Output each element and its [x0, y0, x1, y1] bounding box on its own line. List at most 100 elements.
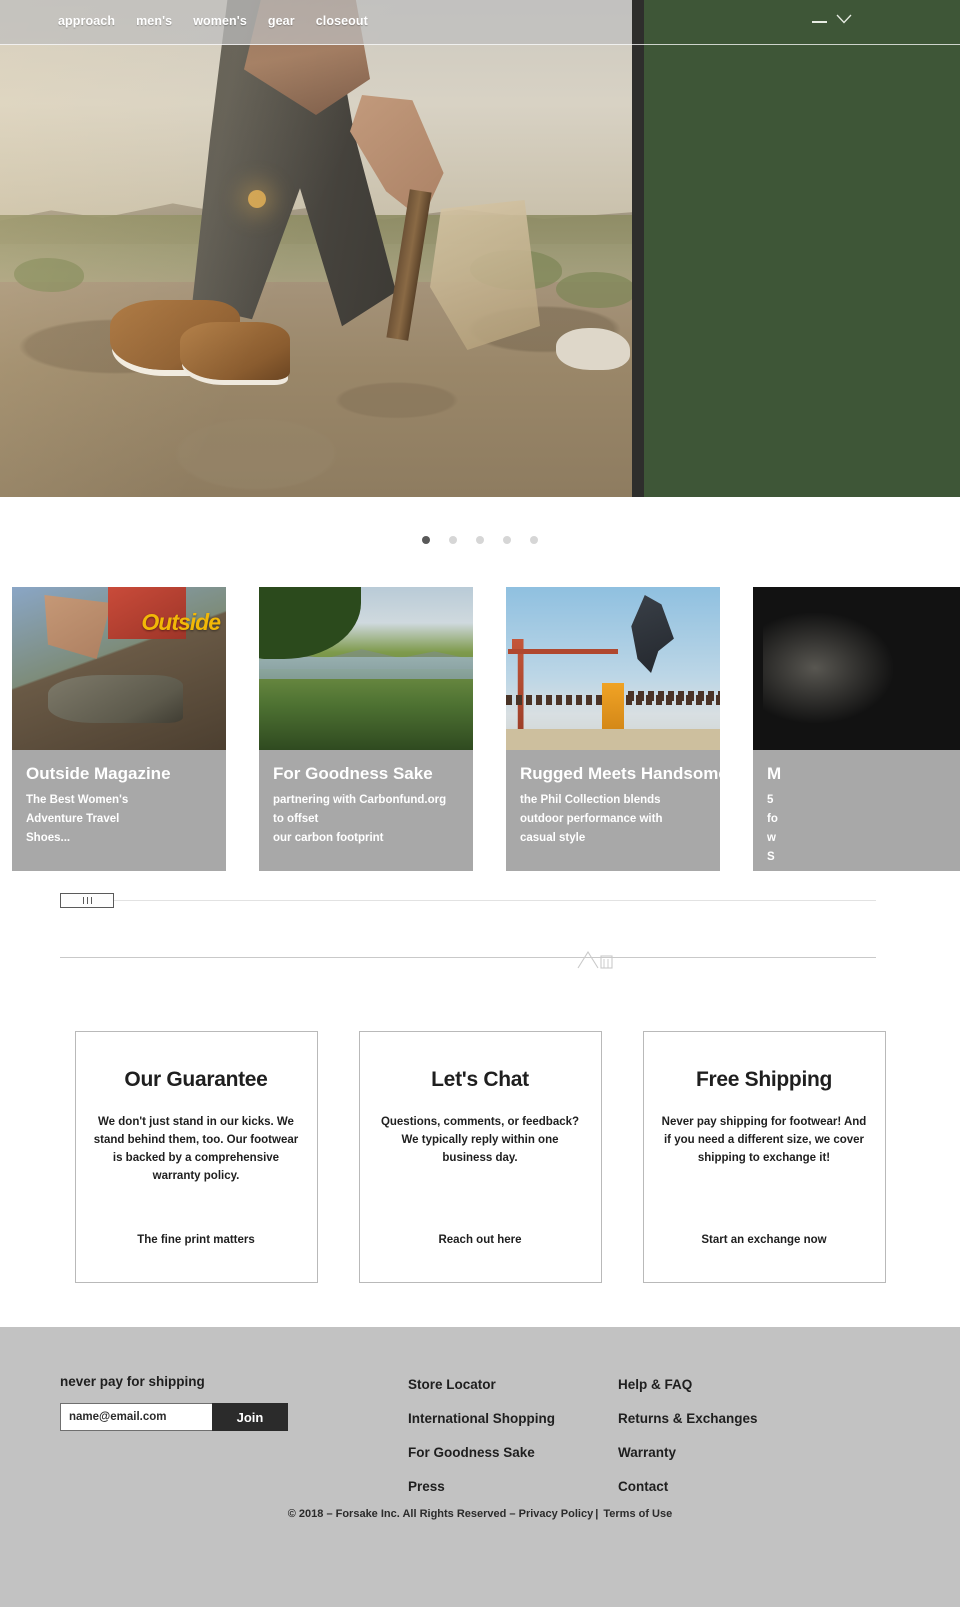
footer-links-column-1: Store Locator International Shopping For… — [408, 1377, 555, 1494]
story-card-desc-line: the Phil Collection blends — [520, 794, 661, 806]
hero-photo-bush — [14, 258, 84, 292]
story-card-description: partnering with Carbonfund.org to offset… — [273, 791, 459, 848]
service-box-text: Questions, comments, or feedback? We typ… — [380, 1116, 580, 1164]
footer-link-returns-exchanges[interactable]: Returns & Exchanges — [618, 1411, 758, 1426]
story-card-title: Rugged Meets Handsome — [520, 764, 720, 783]
card-photo-water — [259, 657, 473, 679]
header-actions — [812, 14, 852, 24]
main-navigation: approach men's women's gear closeout — [58, 14, 368, 28]
story-card-desc-line: 5 — [767, 794, 774, 806]
story-card[interactable]: Rugged Meets Handsome the Phil Collectio… — [506, 587, 720, 871]
footer-legal: © 2018 – Forsake Inc. All Rights Reserve… — [0, 1508, 960, 1520]
story-card-desc-line: Shoes... — [26, 832, 71, 844]
story-card-image — [506, 587, 720, 750]
footer-link-help-faq[interactable]: Help & FAQ — [618, 1377, 758, 1392]
service-box-guarantee: Our Guarantee We don't just stand in our… — [74, 1031, 318, 1283]
carousel-pagination — [0, 497, 960, 582]
footer-link-contact[interactable]: Contact — [618, 1479, 758, 1494]
hero-photo-lens-flare — [248, 190, 266, 208]
story-card-desc-line: Adventure Travel — [26, 813, 120, 825]
story-card-description: 5 fo w S — [767, 791, 953, 867]
drag-handle-icon — [82, 897, 84, 904]
nav-item-gear[interactable]: gear — [268, 14, 295, 28]
card-photo-chain — [618, 691, 720, 701]
hero-photo-bush — [556, 272, 636, 308]
story-carousel: Outside Outside Magazine The Best Women'… — [0, 587, 960, 871]
carousel-dot-4[interactable] — [503, 535, 511, 544]
carousel-dot-5[interactable] — [530, 535, 538, 544]
hero-photo-rock — [556, 328, 630, 370]
hero-section: grip, grit, and grace all-weather protec… — [0, 0, 960, 497]
privacy-policy-link[interactable]: Privacy Policy — [519, 1508, 594, 1520]
footer-link-store-locator[interactable]: Store Locator — [408, 1377, 555, 1392]
story-card-desc-line: fo — [767, 813, 778, 825]
service-boxes: Our Guarantee We don't just stand in our… — [0, 1031, 960, 1283]
hero-text-panel: grip, grit, and grace all-weather protec… — [644, 0, 960, 497]
story-card[interactable]: M 5 fo w S — [753, 587, 960, 871]
card-photo-glow — [763, 613, 893, 723]
start-exchange-link[interactable]: Start an exchange now — [644, 1234, 885, 1246]
fine-print-link[interactable]: The fine print matters — [76, 1234, 317, 1246]
service-box-shipping: Free Shipping Never pay shipping for foo… — [642, 1031, 886, 1283]
nav-item-approach[interactable]: approach — [58, 14, 115, 28]
story-card-title: For Goodness Sake — [273, 764, 433, 783]
card-photo-jumper — [631, 595, 674, 673]
hero-divider-bar — [632, 0, 644, 497]
dash-icon[interactable] — [812, 20, 827, 23]
terms-of-use-link[interactable]: Terms of Use — [603, 1508, 672, 1520]
newsletter-form: Join — [60, 1403, 288, 1431]
carousel-dot-2[interactable] — [449, 535, 457, 544]
story-card-body: M 5 fo w S — [753, 750, 960, 871]
carousel-scrollbar-track[interactable] — [60, 900, 876, 901]
story-card-desc-line: casual style — [520, 832, 586, 844]
story-card-desc-line: partnering with Carbonfund.org to offset — [273, 794, 447, 825]
story-card[interactable]: For Goodness Sake partnering with Carbon… — [259, 587, 473, 871]
story-card-description: The Best Women's Adventure Travel Shoes.… — [26, 791, 212, 848]
footer-link-for-goodness-sake[interactable]: For Goodness Sake — [408, 1445, 555, 1460]
story-card-body: For Goodness Sake partnering with Carbon… — [259, 750, 473, 871]
story-carousel-track[interactable]: Outside Outside Magazine The Best Women'… — [12, 587, 960, 871]
footer-link-press[interactable]: Press — [408, 1479, 555, 1494]
service-box-text: Never pay shipping for footwear! And if … — [661, 1116, 867, 1164]
nav-item-mens[interactable]: men's — [136, 14, 172, 28]
service-box-title: Let's Chat — [431, 1068, 529, 1091]
carousel-dot-1[interactable] — [422, 535, 430, 544]
story-card-description: the Phil Collection blends outdoor perfo… — [520, 791, 706, 848]
story-card-desc-line: our carbon footprint — [273, 832, 384, 844]
site-header: approach men's women's gear closeout — [0, 0, 960, 45]
nav-item-closeout[interactable]: closeout — [316, 14, 368, 28]
service-box-text: We don't just stand in our kicks. We sta… — [93, 1116, 299, 1182]
footer-link-international-shopping[interactable]: International Shopping — [408, 1411, 555, 1426]
footer-link-warranty[interactable]: Warranty — [618, 1445, 758, 1460]
chevron-down-icon[interactable] — [836, 14, 852, 24]
story-card-image — [259, 587, 473, 750]
header-underline — [0, 44, 960, 45]
copyright-text: © 2018 – Forsake Inc. All Rights Reserve… — [287, 1508, 519, 1520]
story-card-desc-line: S — [767, 851, 775, 863]
hero-photo-boot — [180, 322, 290, 380]
card-photo-sand — [506, 729, 720, 750]
nav-item-womens[interactable]: women's — [193, 14, 247, 28]
mountain-icon — [577, 950, 613, 969]
newsletter-heading: never pay for shipping — [60, 1374, 205, 1389]
carousel-dot-3[interactable] — [476, 535, 484, 544]
story-card-title: Outside Magazine — [26, 764, 171, 783]
hero-photo — [0, 0, 640, 497]
outside-magazine-logo: Outside — [141, 609, 221, 635]
card-photo-hands — [44, 595, 111, 659]
reach-out-link[interactable]: Reach out here — [360, 1234, 601, 1246]
story-card-desc-line: The Best Women's — [26, 794, 129, 806]
divider-line — [60, 957, 876, 958]
service-box-title: Our Guarantee — [124, 1068, 268, 1091]
service-box-title: Free Shipping — [695, 1068, 833, 1091]
carousel-scrollbar-handle[interactable] — [60, 893, 114, 908]
service-box-chat: Let's Chat Questions, comments, or feedb… — [358, 1031, 602, 1283]
hero-photo-ground — [0, 282, 640, 497]
email-input[interactable] — [60, 1403, 212, 1431]
join-button[interactable]: Join — [212, 1403, 288, 1431]
story-card[interactable]: Outside Outside Magazine The Best Women'… — [12, 587, 226, 871]
story-card-image: Outside — [12, 587, 226, 750]
card-photo-palm — [259, 587, 361, 659]
drag-handle-icon — [86, 897, 88, 904]
story-card-body: Outside Magazine The Best Women's Advent… — [12, 750, 226, 871]
